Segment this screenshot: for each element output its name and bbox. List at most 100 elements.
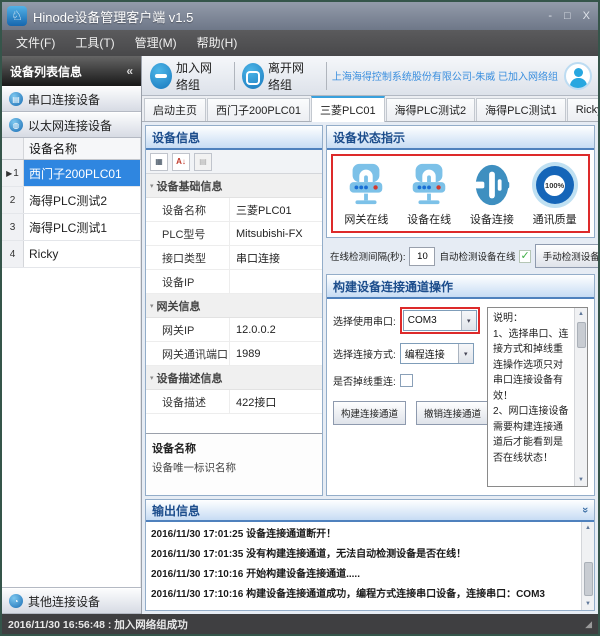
note-line: 1、选择串口、连接方式和掉线重连操作选项只对串口连接设备有效！ bbox=[493, 327, 571, 405]
sidebar-item-serial-devices[interactable]: ▤ 串口连接设备 bbox=[2, 86, 141, 112]
app-icon: ♘ bbox=[7, 6, 27, 26]
scrollbar-thumb[interactable] bbox=[577, 322, 586, 348]
property-category[interactable]: ▾设备描述信息 bbox=[146, 366, 322, 390]
tab-hide-test2[interactable]: 海得PLC测试2 bbox=[386, 98, 476, 121]
log-scrollbar[interactable]: ▲ ▼ bbox=[581, 522, 594, 610]
device-status-panel: 设备状态指示 bbox=[326, 125, 595, 238]
property-row[interactable]: 网关IP12.0.0.2 bbox=[146, 318, 322, 342]
connection-channel-header: 构建设备连接通道操作 bbox=[327, 275, 594, 299]
output-panel: 输出信息 » 2016/11/30 17:01:25 设备连接通道断开！ 201… bbox=[145, 499, 595, 611]
table-row[interactable]: ▶1 西门子200PLC01 bbox=[2, 160, 141, 187]
category-collapse-icon: ▾ bbox=[150, 302, 154, 310]
online-detection-row: 在线检测间隔(秒): 自动检测设备在线 ✓ 手动检测设备在线 bbox=[326, 241, 595, 271]
property-description-title: 设备名称 bbox=[152, 440, 316, 456]
leave-network-icon bbox=[242, 63, 264, 89]
tab-ricky[interactable]: Ricky bbox=[567, 98, 600, 121]
quality-percentage: 100% bbox=[544, 175, 565, 196]
status-bar: 2016/11/30 16:56:48 : 加入网络组成功 ◢ bbox=[2, 614, 598, 634]
property-row[interactable]: 设备描述422接口 bbox=[146, 390, 322, 414]
menu-tools[interactable]: 工具(T) bbox=[65, 30, 124, 56]
scroll-up-icon[interactable]: ▲ bbox=[578, 308, 584, 320]
window-title: Hinode设备管理客户端 v1.5 bbox=[33, 7, 193, 26]
row-number-gutter bbox=[2, 138, 24, 159]
tab-siemens-plc[interactable]: 西门子200PLC01 bbox=[207, 98, 310, 121]
leave-network-button[interactable]: 离开网络组 bbox=[240, 57, 321, 95]
table-empty-area bbox=[2, 268, 141, 587]
property-pages-icon: ▤ bbox=[194, 153, 212, 171]
sidebar-item-ethernet-devices[interactable]: ◍ 以太网连接设备 bbox=[2, 112, 141, 138]
property-category[interactable]: ▾设备基础信息 bbox=[146, 174, 322, 198]
pin-icon[interactable]: » bbox=[579, 507, 591, 513]
property-grid: ▾设备基础信息 设备名称三菱PLC01 PLC型号Mitsubishi-FX 接… bbox=[146, 174, 322, 433]
connection-mode-label: 选择连接方式: bbox=[333, 346, 396, 361]
scroll-down-icon[interactable]: ▼ bbox=[585, 598, 591, 610]
status-bar-text: 2016/11/30 16:56:48 : 加入网络组成功 bbox=[8, 617, 188, 632]
tab-hide-test1[interactable]: 海得PLC测试1 bbox=[476, 98, 566, 121]
table-row[interactable]: 2 海得PLC测试2 bbox=[2, 187, 141, 214]
quality-donut-icon: 100% bbox=[532, 162, 578, 208]
revoke-channel-button[interactable]: 撤销连接通道 bbox=[416, 401, 489, 425]
chevron-down-icon[interactable]: ▾ bbox=[461, 311, 476, 330]
device-name-cell[interactable]: Ricky bbox=[24, 241, 141, 267]
propertygrid-toolbar: ▦ A↓ ▤ bbox=[146, 150, 322, 174]
note-line: 说明： bbox=[493, 311, 571, 327]
device-name-cell[interactable]: 海得PLC测试1 bbox=[24, 214, 141, 240]
auto-detect-checkbox[interactable]: ✓ bbox=[519, 250, 530, 263]
scrollbar-thumb[interactable] bbox=[584, 562, 593, 596]
serial-port-highlight: COM3 ▾ bbox=[400, 307, 480, 334]
device-table: 设备名称 ▶1 西门子200PLC01 2 海得PLC测试2 3 海得PLC测试… bbox=[2, 138, 141, 588]
build-channel-button[interactable]: 构建连接通道 bbox=[333, 401, 406, 425]
close-icon[interactable]: X bbox=[583, 11, 590, 22]
maximize-icon[interactable]: □ bbox=[564, 11, 571, 22]
alphabetical-sort-icon[interactable]: A↓ bbox=[172, 153, 190, 171]
serial-port-dropdown[interactable]: COM3 ▾ bbox=[403, 310, 477, 331]
reconnect-checkbox[interactable] bbox=[400, 374, 413, 387]
table-row[interactable]: 3 海得PLC测试1 bbox=[2, 214, 141, 241]
property-row[interactable]: PLC型号Mitsubishi-FX bbox=[146, 222, 322, 246]
interval-input[interactable] bbox=[409, 247, 435, 266]
resize-grip-icon[interactable]: ◢ bbox=[585, 619, 592, 630]
property-row[interactable]: 接口类型串口连接 bbox=[146, 246, 322, 270]
user-avatar-icon bbox=[564, 62, 592, 90]
property-description-text: 设备唯一标识名称 bbox=[152, 460, 316, 475]
reconnect-label: 是否掉线重连: bbox=[333, 373, 396, 388]
tab-home[interactable]: 启动主页 bbox=[144, 98, 206, 121]
communication-quality-indicator: 100% 通讯质量 bbox=[532, 162, 578, 227]
log-entry: 2016/11/30 17:10:16 开始构建设备连接通道..... bbox=[151, 565, 576, 585]
device-info-header: 设备信息 bbox=[146, 126, 322, 150]
device-name-cell[interactable]: 西门子200PLC01 bbox=[24, 160, 141, 186]
device-name-column-header[interactable]: 设备名称 bbox=[24, 138, 141, 159]
property-category[interactable]: ▾网关信息 bbox=[146, 294, 322, 318]
device-status-header: 设备状态指示 bbox=[327, 126, 594, 150]
device-name-cell[interactable]: 海得PLC测试2 bbox=[24, 187, 141, 213]
property-row[interactable]: 网关通讯端口1989 bbox=[146, 342, 322, 366]
tab-mitsubishi-plc[interactable]: 三菱PLC01 bbox=[311, 96, 385, 122]
device-info-panel: 设备信息 ▦ A↓ ▤ ▾设备基础信息 设备名称三菱PLC01 PLC型号Mit… bbox=[145, 125, 323, 496]
categorized-view-icon[interactable]: ▦ bbox=[150, 153, 168, 171]
connection-mode-dropdown[interactable]: 编程连接 ▾ bbox=[400, 343, 474, 364]
sidebar-item-other-devices[interactable]: ◔ 其他连接设备 bbox=[2, 588, 141, 614]
property-description-box: 设备名称 设备唯一标识名称 bbox=[146, 433, 322, 495]
category-collapse-icon: ▾ bbox=[150, 182, 154, 190]
device-list-sidebar: 设备列表信息 « ▤ 串口连接设备 ◍ 以太网连接设备 设备名称 ▶1 西门子2… bbox=[2, 56, 142, 614]
minimize-icon[interactable]: - bbox=[548, 11, 552, 22]
join-network-button[interactable]: 加入网络组 bbox=[148, 57, 229, 95]
sidebar-title: 设备列表信息 bbox=[10, 63, 82, 80]
output-header: 输出信息 » bbox=[146, 500, 594, 522]
scroll-down-icon[interactable]: ▼ bbox=[578, 474, 584, 486]
connection-channel-panel: 构建设备连接通道操作 选择使用串口: COM3 bbox=[326, 274, 595, 496]
output-log-area: 2016/11/30 17:01:25 设备连接通道断开！ 2016/11/30… bbox=[146, 522, 594, 610]
menu-manage[interactable]: 管理(M) bbox=[125, 30, 187, 56]
note-scrollbar[interactable]: ▲ ▼ bbox=[574, 308, 587, 486]
title-bar: ♘ Hinode设备管理客户端 v1.5 - □ X bbox=[2, 2, 598, 30]
scroll-up-icon[interactable]: ▲ bbox=[585, 522, 591, 534]
property-row[interactable]: 设备IP bbox=[146, 270, 322, 294]
collapse-icon[interactable]: « bbox=[126, 64, 133, 78]
table-row[interactable]: 4 Ricky bbox=[2, 241, 141, 268]
menu-file[interactable]: 文件(F) bbox=[6, 30, 65, 56]
manual-detect-button[interactable]: 手动检测设备在线 bbox=[535, 244, 600, 268]
property-row[interactable]: 设备名称三菱PLC01 bbox=[146, 198, 322, 222]
interval-label: 在线检测间隔(秒): bbox=[330, 249, 405, 263]
chevron-down-icon[interactable]: ▾ bbox=[458, 344, 473, 363]
menu-help[interactable]: 帮助(H) bbox=[187, 30, 248, 56]
